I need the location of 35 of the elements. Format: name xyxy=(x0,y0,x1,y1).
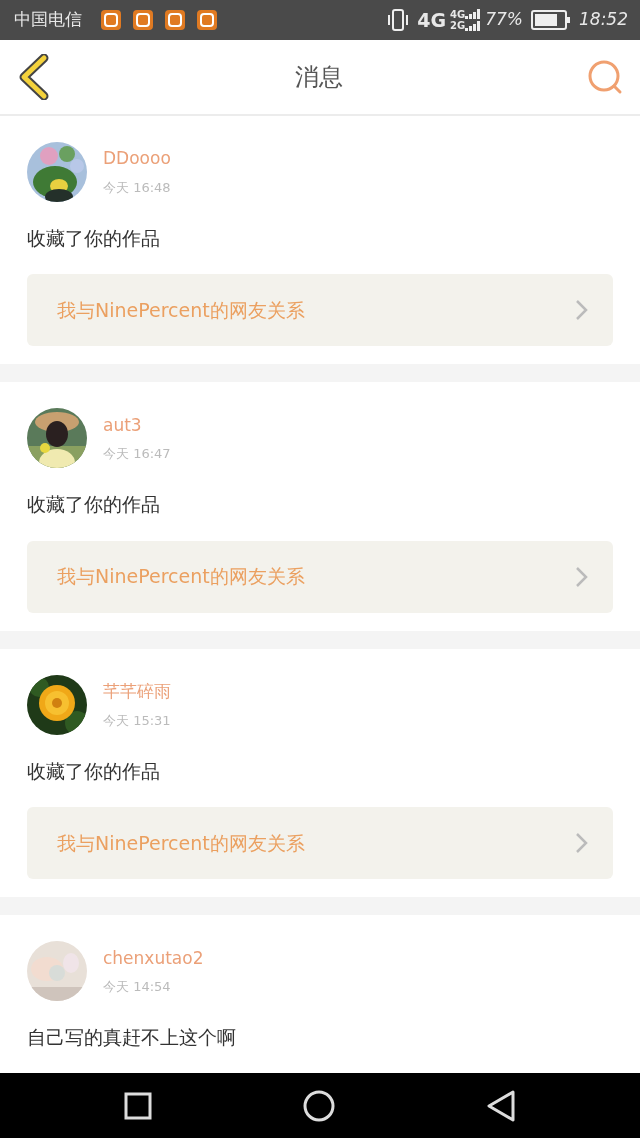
app-notification-icon xyxy=(164,9,186,32)
network-type: 4G xyxy=(417,7,447,33)
message-time: 今天 15:31 xyxy=(103,711,171,730)
app-notification-icon xyxy=(196,9,218,32)
sim-network-label: 4G xyxy=(450,9,466,21)
username[interactable]: 芊芊碎雨 xyxy=(103,679,171,705)
back-icon[interactable] xyxy=(486,1089,517,1122)
username[interactable]: chenxutao2 xyxy=(103,945,204,972)
message-time: 今天 16:47 xyxy=(103,445,171,464)
username[interactable]: aut3 xyxy=(103,412,171,439)
app-notification-icon xyxy=(132,9,154,32)
vibrate-icon xyxy=(387,7,410,34)
message-time: 今天 16:48 xyxy=(103,178,171,197)
chevron-right-icon xyxy=(575,299,589,322)
message-time: 今天 14:54 xyxy=(103,978,172,997)
page-title: 消息 xyxy=(295,62,343,94)
username[interactable]: DDoooo xyxy=(103,146,171,172)
message-text: 收藏了你的作品 xyxy=(27,758,161,784)
relationship-link[interactable]: 我与NinePercent的网友关系 xyxy=(27,807,613,880)
message-text: 收藏了你的作品 xyxy=(27,492,161,518)
carrier-name: 中国电信 xyxy=(14,8,82,32)
app-notification-icon xyxy=(100,9,122,32)
home-icon[interactable] xyxy=(303,1089,335,1122)
battery-icon xyxy=(531,9,571,32)
signal-icon xyxy=(465,8,482,33)
message-text: 自己写的真赶不上这个啊 xyxy=(27,1025,237,1051)
sim-network-label: 2G xyxy=(450,20,466,32)
relationship-link[interactable]: 我与NinePercent的网友关系 xyxy=(27,540,613,613)
clock-time: 18:52 xyxy=(579,8,628,32)
battery-percent: 77% xyxy=(485,8,523,32)
chevron-right-icon xyxy=(575,832,589,855)
recent-apps-icon[interactable] xyxy=(123,1091,152,1120)
message-text: 收藏了你的作品 xyxy=(27,225,161,251)
chevron-right-icon xyxy=(575,565,589,588)
relationship-link[interactable]: 我与NinePercent的网友关系 xyxy=(27,274,613,347)
